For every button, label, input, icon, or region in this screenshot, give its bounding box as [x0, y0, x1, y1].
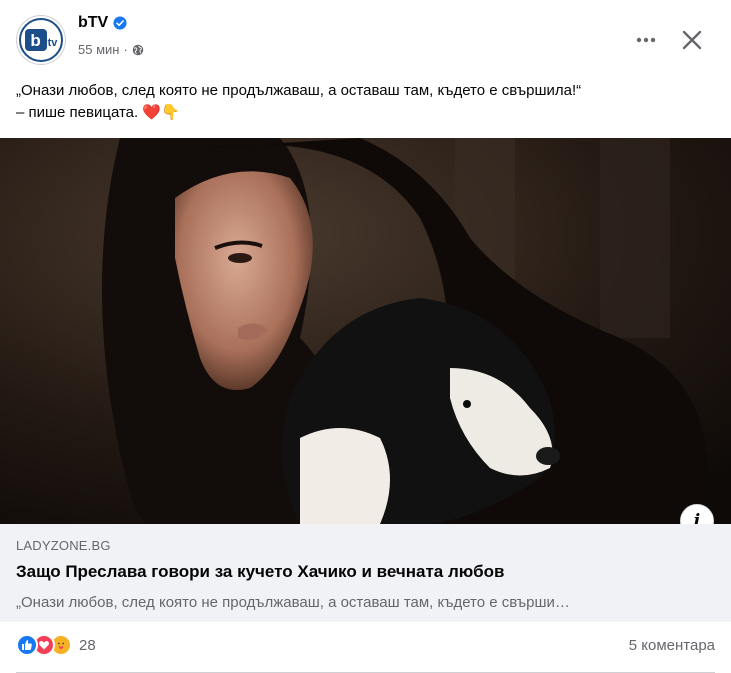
link-domain: LADYZONE.BG	[16, 538, 111, 553]
post-text-line2: – пише певицата.	[16, 104, 139, 121]
post-timestamp[interactable]: 55 мин	[78, 42, 119, 57]
link-preview-image[interactable]	[0, 138, 731, 524]
post-header: b tv bTV 55 мин ·	[0, 0, 731, 72]
verified-badge-icon	[113, 16, 127, 30]
link-description: „Онази любов, след която не продължаваш,…	[16, 594, 570, 611]
more-horizontal-icon	[636, 37, 656, 43]
post-message: „Онази любов, след която не продължаваш,…	[16, 80, 716, 124]
link-title[interactable]: Защо Преслава говори за кучето Хачико и …	[16, 562, 504, 582]
globe-icon[interactable]	[132, 44, 144, 56]
meta-separator: ·	[123, 42, 128, 57]
reactions-summary[interactable]: 28	[16, 634, 96, 656]
post-text-line2-row: – пише певицата. ❤️👇	[16, 102, 716, 124]
comments-count-link[interactable]: 5 коментара	[629, 637, 715, 654]
preview-photo-art	[0, 138, 731, 524]
reaction-count[interactable]: 28	[79, 637, 96, 654]
btv-logo: b tv	[19, 18, 63, 62]
post-text-line1: „Онази любов, след която не продължаваш,…	[16, 82, 582, 99]
like-reaction-icon	[16, 634, 38, 656]
page-avatar[interactable]: b tv	[16, 15, 66, 65]
reaction-icons	[16, 634, 72, 656]
post-emojis: ❤️👇	[142, 104, 180, 121]
more-options-button[interactable]	[628, 22, 664, 58]
page-name-link[interactable]: bTV	[78, 14, 108, 32]
close-icon	[682, 30, 702, 50]
logo-b-mark: b	[24, 29, 47, 51]
close-post-button[interactable]	[672, 20, 712, 60]
logo-tv-mark: tv	[47, 37, 58, 49]
link-preview-card[interactable]: LADYZONE.BG Защо Преслава говори за куче…	[0, 524, 731, 622]
